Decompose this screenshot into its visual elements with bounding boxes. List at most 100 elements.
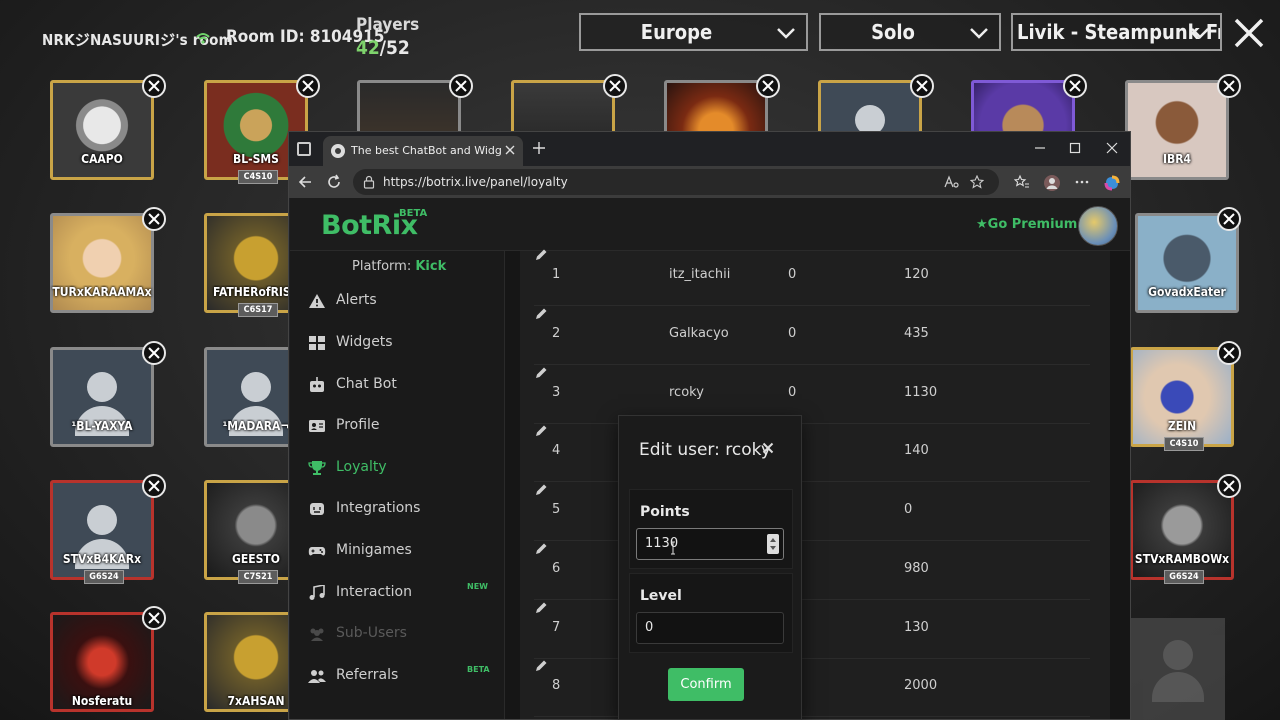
sidebar-item-label: Profile [336, 417, 380, 433]
row-username: rcoky [669, 385, 704, 400]
loyalty-table: 1 itz_itachii 0 120 2 Galkacyo 0 435 3 r… [520, 248, 1110, 719]
top-navbar: BotRix BETA ★Go Premium [290, 198, 1130, 251]
kick-player-button[interactable] [756, 74, 780, 98]
region-select[interactable]: Europe [579, 13, 808, 51]
sidebar-item-chat-bot[interactable]: Chat Bot [290, 368, 505, 402]
window-menu-icon[interactable] [297, 142, 311, 156]
player-slot[interactable]: CAAPO [50, 74, 166, 184]
points-field-group: Points 1130 [629, 489, 793, 569]
kick-player-button[interactable] [910, 74, 934, 98]
pencil-icon[interactable] [534, 483, 548, 497]
platform-label: Platform: [352, 259, 412, 274]
kick-player-button[interactable] [1217, 207, 1241, 231]
close-icon [455, 80, 467, 92]
pencil-icon[interactable] [534, 659, 548, 673]
gamepad-icon [308, 547, 326, 556]
level-input[interactable]: 0 [636, 612, 784, 644]
number-spinner-icon[interactable] [767, 534, 779, 554]
sidebar-item-label: Integrations [336, 500, 421, 516]
sidebar-item-referrals[interactable]: Referrals BETA [290, 659, 505, 693]
player-slot[interactable]: ¹BL-YAXYA [50, 341, 166, 451]
pencil-icon[interactable] [534, 424, 548, 438]
player-name: CAAPO [81, 152, 123, 166]
mode-value: Solo [871, 20, 915, 44]
back-icon[interactable] [297, 174, 313, 190]
pencil-icon[interactable] [534, 542, 548, 556]
row-points: 120 [904, 267, 929, 282]
edit-user-modal: Edit user: rcoky Points 1130 Level 0 Con… [618, 415, 802, 720]
text-cursor-icon [671, 541, 675, 555]
player-tag: G6S24 [1164, 570, 1204, 584]
kick-player-button[interactable] [1217, 341, 1241, 365]
star-icon: ★ [976, 217, 988, 232]
close-window-icon[interactable] [1106, 142, 1118, 154]
table-row: 2 Galkacyo 0 435 [534, 307, 1090, 365]
sidebar-item-integrations[interactable]: Integrations [290, 492, 505, 526]
close-icon [1223, 347, 1235, 359]
lock-icon[interactable] [363, 175, 375, 189]
player-slot[interactable]: STVxRAMBOWx G6S24 [1130, 474, 1241, 584]
close-icon [148, 80, 160, 92]
new-tab-icon[interactable] [532, 141, 546, 155]
read-aloud-icon[interactable] [943, 175, 959, 189]
browser-tab[interactable]: The best ChatBot and Widgets fo [323, 136, 523, 166]
pencil-icon[interactable] [534, 248, 548, 262]
close-tab-icon[interactable] [505, 145, 515, 155]
go-premium-link[interactable]: ★Go Premium [976, 217, 1077, 232]
close-icon [148, 480, 160, 492]
more-options-icon[interactable] [1074, 174, 1090, 190]
trophy-icon [308, 461, 326, 475]
confirm-button[interactable]: Confirm [668, 668, 744, 701]
kick-player-button[interactable] [449, 74, 473, 98]
player-slot[interactable]: ZEIN C4S10 [1130, 341, 1241, 451]
sidebar-item-minigames[interactable]: Minigames [290, 534, 505, 568]
sidebar-item-sub-users[interactable]: Sub-Users [290, 617, 505, 651]
favorites-icon[interactable] [1014, 174, 1030, 190]
row-rank: 2 [552, 326, 561, 341]
player-slot[interactable]: IBR4 [1125, 74, 1241, 184]
kick-player-button[interactable] [1217, 74, 1241, 98]
sidebar-item-interaction[interactable]: Interaction NEW [290, 576, 505, 610]
favorite-star-icon[interactable] [970, 175, 984, 189]
reload-icon[interactable] [326, 174, 342, 190]
user-avatar[interactable] [1078, 206, 1118, 246]
players-count: 42/52 [356, 37, 410, 59]
close-icon [302, 80, 314, 92]
pencil-icon[interactable] [534, 307, 548, 321]
kick-player-button[interactable] [1063, 74, 1087, 98]
profile-icon[interactable] [1043, 174, 1061, 192]
kick-player-button[interactable] [142, 606, 166, 630]
copilot-icon[interactable] [1103, 174, 1121, 192]
table-row: 1 itz_itachii 0 120 [534, 248, 1090, 306]
kick-player-button[interactable] [142, 341, 166, 365]
close-icon[interactable] [762, 442, 774, 454]
kick-player-button[interactable] [1217, 474, 1241, 498]
player-slot[interactable]: STVxB4KARx G6S24 [50, 474, 166, 584]
close-icon [609, 80, 621, 92]
kick-player-button[interactable] [296, 74, 320, 98]
pencil-icon[interactable] [534, 366, 548, 380]
mode-select[interactable]: Solo [819, 13, 1001, 51]
sidebar-item-alerts[interactable]: Alerts [290, 284, 505, 318]
player-slot[interactable]: TURxKARAAMAx [50, 207, 166, 317]
sidebar-item-profile[interactable]: Profile [290, 409, 505, 443]
wifi-icon [196, 33, 210, 44]
kick-player-button[interactable] [142, 207, 166, 231]
url-field[interactable]: https://botrix.live/panel/loyalty [353, 169, 999, 195]
sidebar-item-widgets[interactable]: Widgets [290, 326, 505, 360]
warning-icon [309, 294, 325, 308]
map-select[interactable]: Livik - Steampunk Frc [1011, 13, 1222, 51]
points-input[interactable]: 1130 [636, 528, 784, 560]
kick-player-button[interactable] [142, 474, 166, 498]
close-room-icon[interactable] [1232, 16, 1266, 50]
pencil-icon[interactable] [534, 601, 548, 615]
player-slot[interactable]: GovadxEater [1135, 207, 1245, 317]
kick-player-button[interactable] [142, 74, 166, 98]
maximize-icon[interactable] [1069, 142, 1081, 154]
sidebar-item-loyalty[interactable]: Loyalty [290, 451, 505, 485]
empty-player-slot [1130, 618, 1225, 720]
kick-player-button[interactable] [603, 74, 627, 98]
sidebar-item-label: Minigames [336, 542, 412, 558]
player-slot[interactable]: Nosferatu [50, 606, 166, 716]
minimize-icon[interactable] [1034, 142, 1046, 154]
